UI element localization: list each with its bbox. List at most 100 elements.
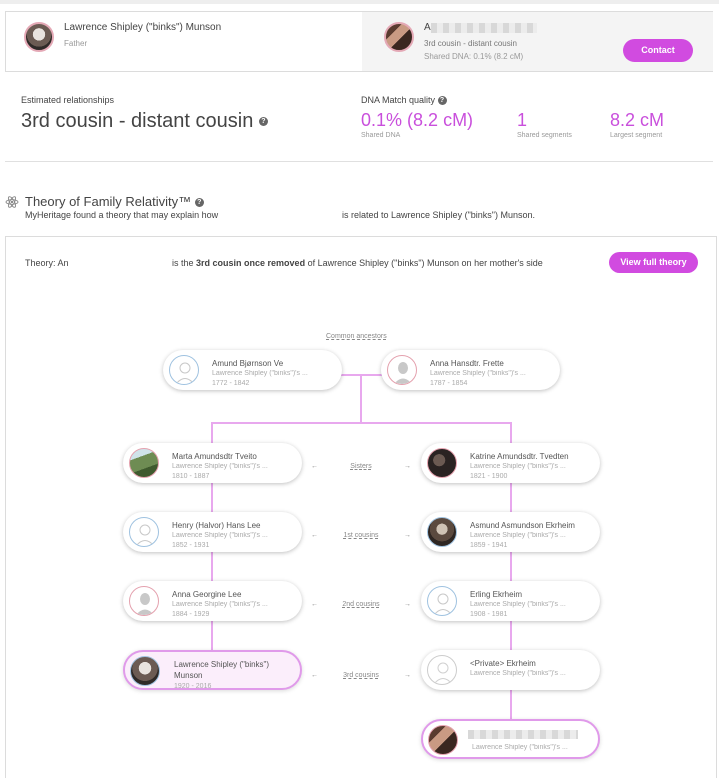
- portrait-photo: [427, 448, 457, 478]
- person-years: 1787 - 1854: [430, 380, 468, 387]
- theory-title: Theory of Family Relativity™ ?: [25, 194, 204, 209]
- theory-line-main: is the 3rd cousin once removed of Lawren…: [172, 258, 543, 268]
- person-years: 1859 - 1941: [470, 542, 508, 549]
- shared-segments-label: Shared segments: [517, 132, 572, 139]
- person-card[interactable]: <Private> Ekrheim Lawrence Shipley ("bin…: [421, 650, 600, 690]
- theory-title-text: Theory of Family Relativity™: [25, 194, 192, 209]
- shared-dna-cm: (8.2 cM): [407, 110, 474, 130]
- person-years: 1772 - 1842: [212, 380, 250, 387]
- dna-quality-text: DNA Match quality: [361, 95, 436, 105]
- arrow-right-icon: →: [404, 463, 411, 470]
- match-card: [5, 11, 713, 72]
- relationship-label: ← 1st cousins →: [311, 532, 411, 539]
- landscape-photo: [129, 448, 159, 478]
- theory-line-relationship: 3rd cousin once removed: [196, 258, 306, 268]
- info-icon[interactable]: ?: [258, 117, 268, 127]
- neutral-silhouette-icon: [427, 655, 457, 685]
- person-card[interactable]: Erling Ekrheim Lawrence Shipley ("binks"…: [421, 581, 600, 621]
- person-name: Anna Georgine Lee: [172, 590, 242, 599]
- match-name-redacted: [468, 730, 578, 739]
- person-name: Marta Amundsdtr Tveito: [172, 452, 257, 461]
- estimated-relationship: 3rd cousin - distant cousin ?: [21, 110, 268, 133]
- contact-button[interactable]: Contact: [623, 39, 693, 62]
- father-avatar[interactable]: [24, 22, 54, 52]
- person-years: 1852 - 1931: [172, 542, 210, 549]
- theory-line-rest: of Lawrence Shipley ("binks") Munson on …: [307, 258, 543, 268]
- shared-dna-percent: 0.1%: [361, 110, 403, 130]
- view-full-theory-button[interactable]: View full theory: [609, 252, 698, 273]
- person-card[interactable]: Asmund Asmundson Ekrheim Lawrence Shiple…: [421, 512, 600, 552]
- person-card[interactable]: Marta Amundsdtr Tveito Lawrence Shipley …: [123, 443, 302, 483]
- relationship-label: ← 3rd cousins →: [311, 672, 411, 679]
- portrait-photo: [130, 656, 160, 686]
- female-silhouette-icon: [129, 586, 159, 616]
- person-relation: Lawrence Shipley ("binks")'s ...: [172, 463, 268, 470]
- theory-line-start: Theory: An: [25, 258, 69, 268]
- arrow-right-icon: →: [404, 672, 411, 679]
- person-relation: Lawrence Shipley ("binks")'s ...: [470, 463, 566, 470]
- arrow-left-icon: ←: [311, 463, 318, 470]
- relationship-text[interactable]: 3rd cousins: [343, 672, 379, 679]
- person-name: <Private> Ekrheim: [470, 659, 536, 668]
- arrow-left-icon: ←: [311, 672, 318, 679]
- person-relation: Lawrence Shipley ("binks")'s ...: [172, 601, 268, 608]
- connector: [211, 422, 512, 424]
- person-relation: Lawrence Shipley ("binks")'s ...: [172, 532, 268, 539]
- arrow-right-icon: →: [404, 532, 411, 539]
- person-name: Erling Ekrheim: [470, 590, 523, 599]
- person-name: Anna Hansdtr. Frette: [430, 359, 504, 368]
- top-divider: [0, 0, 719, 4]
- person-years: 1920 - 2016: [174, 683, 212, 690]
- estimated-relationship-text: 3rd cousin - distant cousin: [21, 110, 254, 132]
- info-icon[interactable]: ?: [194, 198, 204, 208]
- portrait-photo: [428, 725, 458, 755]
- theory-line-is: is the: [172, 258, 194, 268]
- person-relation: Lawrence Shipley ("binks")'s ...: [470, 601, 566, 608]
- arrow-left-icon: ←: [311, 532, 318, 539]
- father-relation: Father: [64, 39, 88, 48]
- person-relation: Lawrence Shipley ("binks")'s ...: [470, 532, 566, 539]
- person-name: Amund Bjørnson Ve: [212, 359, 284, 368]
- connector: [360, 374, 362, 424]
- match-relationship: 3rd cousin - distant cousin: [424, 39, 517, 48]
- common-ancestors-link[interactable]: Common ancestors: [326, 333, 387, 340]
- arrow-left-icon: ←: [311, 601, 318, 608]
- person-name: Henry (Halvor) Hans Lee: [172, 521, 261, 530]
- shared-dna-label: Shared DNA: [361, 132, 401, 139]
- relationship-label: ← 2nd cousins →: [311, 601, 411, 608]
- match-avatar[interactable]: [384, 22, 414, 52]
- person-years: 1821 - 1900: [470, 473, 508, 480]
- person-years: 1884 - 1929: [172, 611, 210, 618]
- relationship-text[interactable]: 1st cousins: [343, 532, 378, 539]
- info-icon[interactable]: ?: [437, 96, 447, 106]
- father-name[interactable]: Lawrence Shipley ("binks") Munson: [64, 22, 221, 33]
- shared-dna-value: 0.1% (8.2 cM): [361, 110, 473, 131]
- theory-card: [5, 236, 717, 778]
- person-card-self[interactable]: Lawrence Shipley ("binks") Munson 1920 -…: [123, 650, 302, 690]
- match-name-redacted: [431, 23, 537, 33]
- section-divider: [5, 161, 713, 162]
- person-card[interactable]: Katrine Amundsdtr. Tvedten Lawrence Ship…: [421, 443, 600, 483]
- person-relation: Lawrence Shipley ("binks")'s ...: [212, 370, 308, 377]
- relationship-text[interactable]: Sisters: [350, 463, 371, 470]
- person-card[interactable]: Anna Georgine Lee Lawrence Shipley ("bin…: [123, 581, 302, 621]
- shared-segments-value: 1: [517, 110, 528, 130]
- person-name: Lawrence Shipley ("binks"): [174, 660, 270, 669]
- female-silhouette-icon: [387, 355, 417, 385]
- match-shared-dna: Shared DNA: 0.1% (8.2 cM): [424, 52, 524, 61]
- relationship-label: ← Sisters →: [311, 463, 411, 470]
- theory-desc-start: MyHeritage found a theory that may expla…: [25, 210, 219, 220]
- estimated-label: Estimated relationships: [21, 95, 115, 105]
- largest-segment-label: Largest segment: [610, 132, 663, 139]
- ancestor-card[interactable]: Amund Bjørnson Ve Lawrence Shipley ("bin…: [163, 350, 342, 390]
- largest-segment-value: 8.2 cM: [610, 110, 665, 130]
- arrow-right-icon: →: [404, 601, 411, 608]
- ancestor-card[interactable]: Anna Hansdtr. Frette Lawrence Shipley ("…: [381, 350, 560, 390]
- person-card[interactable]: Henry (Halvor) Hans Lee Lawrence Shipley…: [123, 512, 302, 552]
- person-relation: Lawrence Shipley ("binks")'s ...: [472, 744, 568, 751]
- dna-match-card[interactable]: Lawrence Shipley ("binks")'s ...: [421, 719, 600, 759]
- male-silhouette-icon: [129, 517, 159, 547]
- dna-quality-label: DNA Match quality ?: [361, 95, 447, 106]
- match-name-initial[interactable]: A: [424, 22, 431, 33]
- relationship-text[interactable]: 2nd cousins: [342, 601, 379, 608]
